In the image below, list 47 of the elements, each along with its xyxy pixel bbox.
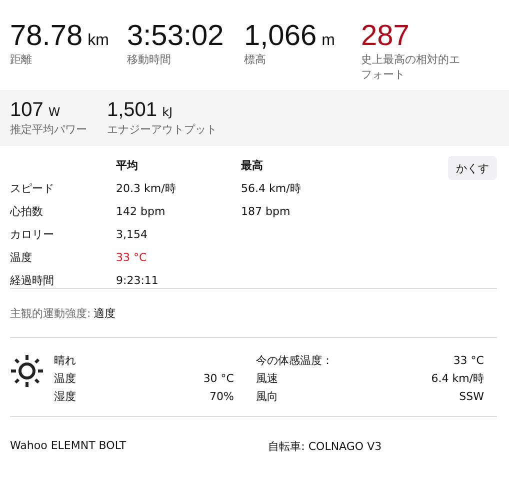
stat-value: 1,501: [107, 98, 158, 122]
hide-button[interactable]: かくす: [448, 156, 497, 180]
row-label: 心拍数: [10, 204, 44, 219]
row-label: 経過時間: [10, 273, 55, 288]
weather-value: 33 °C: [453, 353, 484, 369]
weather-label: 湿度: [54, 389, 76, 405]
column-header: 最高: [241, 158, 264, 173]
table-cell-text: 3,154: [116, 227, 148, 242]
stat-value: 1,066: [244, 20, 317, 52]
stat-label: 史上最高の相対的エフォート: [361, 52, 461, 82]
stat-unit: km: [88, 32, 109, 50]
table-cell-text: 33 °C: [116, 250, 148, 265]
sun-icon: [10, 354, 44, 388]
weather-label: 風向: [256, 389, 278, 405]
exertion-value: 適度: [94, 307, 116, 320]
row-label: カロリー: [10, 227, 55, 242]
weather-value: 70%: [210, 389, 234, 405]
table-cell-text: 20.3 km/時: [116, 181, 177, 196]
table-cell-text: 56.4 km/時: [241, 181, 302, 196]
weather-value: SSW: [459, 389, 484, 405]
stat-label: エナジーアウトプット: [107, 122, 217, 137]
device-name: Wahoo ELEMNT BOLT: [10, 439, 126, 454]
weather-condition: 晴れ: [54, 353, 77, 369]
bike-name: 自転車: COLNAGO V3: [268, 439, 382, 454]
stat-value: 78.78: [10, 20, 83, 52]
row-label: 温度: [10, 250, 33, 265]
table-cell-text: 187 bpm: [241, 204, 292, 219]
row-label: スピード: [10, 181, 55, 196]
stat-label: 推定平均パワー: [10, 122, 88, 137]
stat-unit: m: [322, 32, 335, 50]
weather-label: 今の体感温度：: [256, 353, 333, 369]
table-cell-text: 9:23:11: [116, 273, 160, 288]
stat-value: 3:53:02: [127, 20, 224, 52]
stat-value: 287: [361, 20, 410, 52]
table-cell-text: 142 bpm: [116, 204, 166, 219]
stat-label: 標高: [244, 52, 267, 67]
column-header: 平均: [116, 158, 139, 173]
stat-unit: kJ: [162, 105, 173, 119]
exertion-label: 主観的運動強度:: [10, 307, 91, 320]
weather-label: 風速: [256, 371, 278, 387]
weather-value: 6.4 km/時: [431, 371, 484, 387]
stat-unit: W: [48, 105, 60, 119]
stat-label: 距離: [10, 52, 33, 67]
stat-value: 107: [10, 98, 44, 122]
weather-value: 30 °C: [203, 371, 234, 387]
weather-label: 温度: [54, 371, 76, 387]
stat-label: 移動時間: [127, 52, 172, 67]
